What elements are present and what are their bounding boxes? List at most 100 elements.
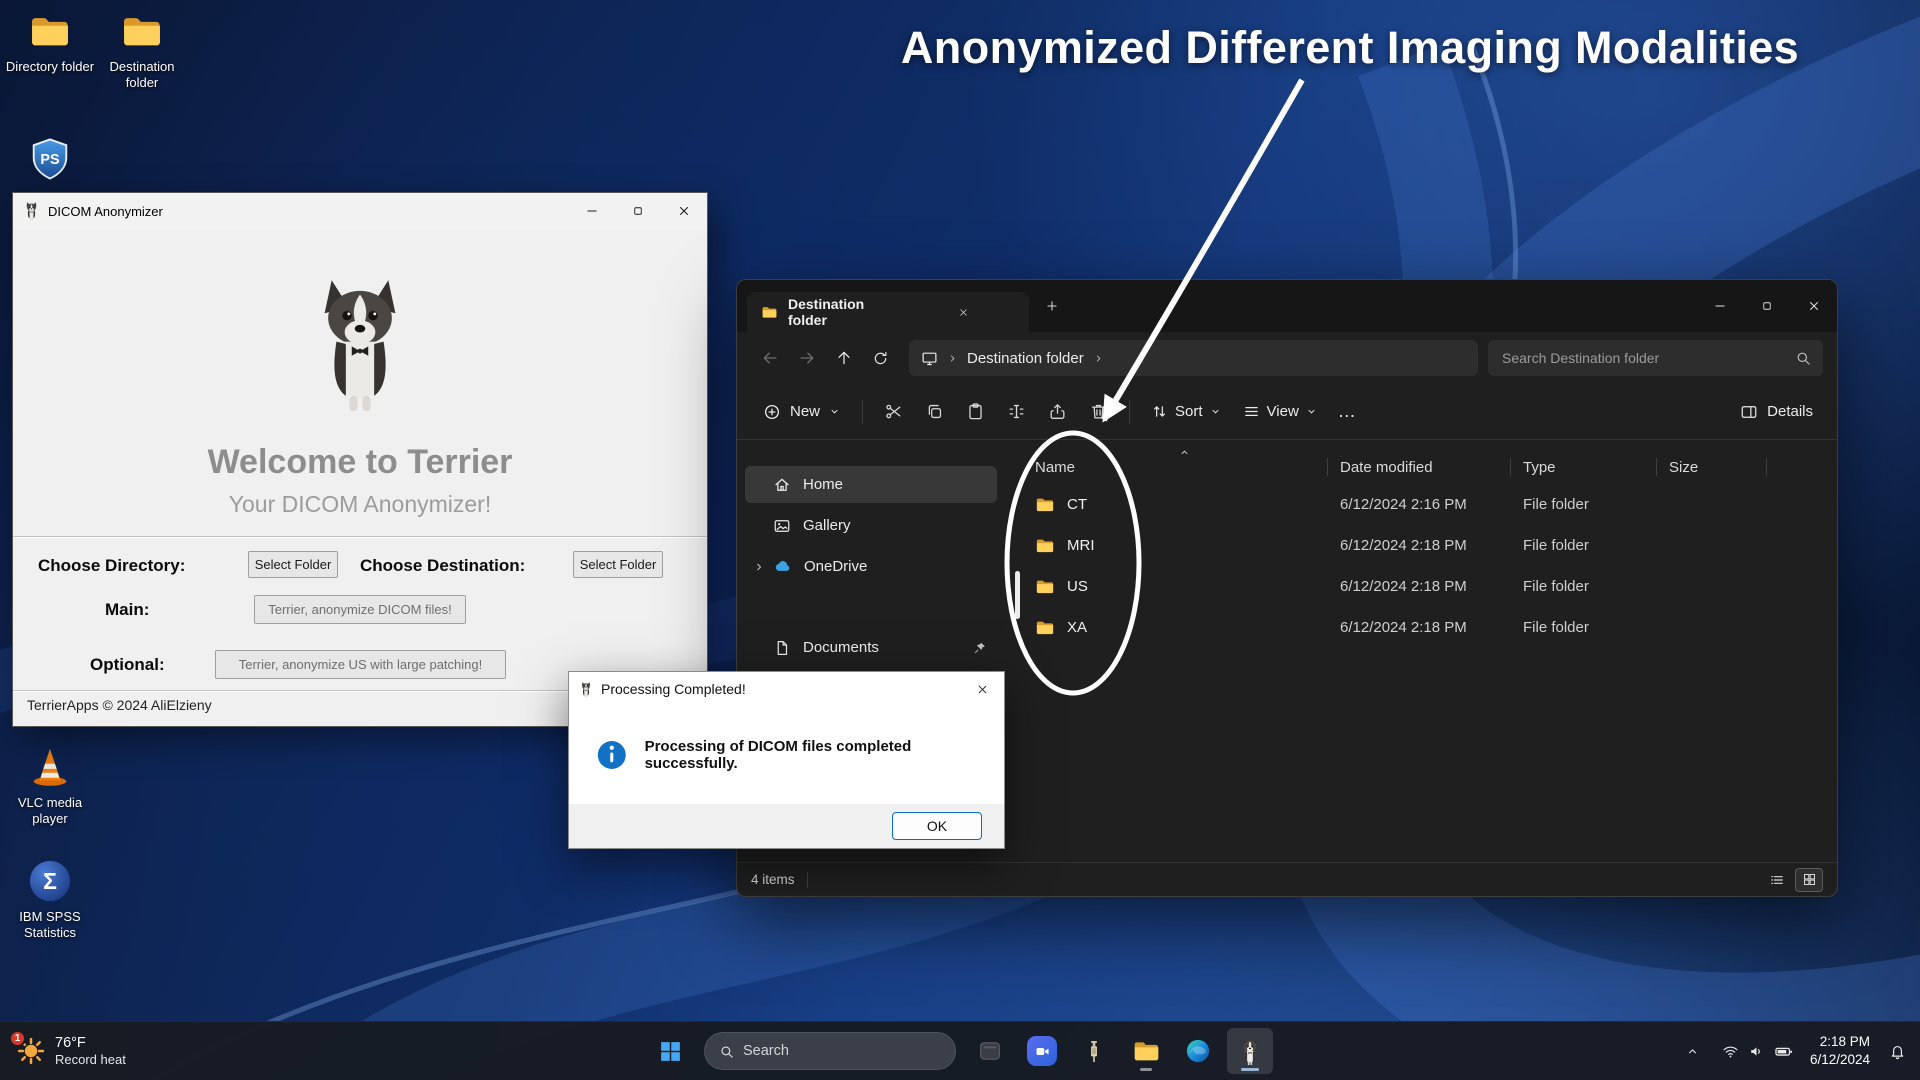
shield-ps-icon xyxy=(27,136,73,182)
folder-icon xyxy=(120,10,164,54)
sidebar-item-label: OneDrive xyxy=(804,558,867,575)
sidebar-scrollbar[interactable] xyxy=(1015,571,1020,619)
sidebar-item-gallery[interactable]: Gallery xyxy=(745,507,997,544)
choose-destination-label: Choose Destination: xyxy=(360,556,525,576)
share-button[interactable] xyxy=(1037,394,1078,430)
dialog-title: Processing Completed! xyxy=(601,681,746,697)
app-icon-dark-window[interactable] xyxy=(967,1028,1013,1074)
anonymize-dicom-button[interactable]: Terrier, anonymize DICOM files! xyxy=(254,595,466,624)
select-directory-button[interactable]: Select Folder xyxy=(248,551,338,578)
clock-time: 2:18 PM xyxy=(1820,1033,1870,1051)
new-button[interactable]: New xyxy=(751,394,852,430)
more-options-button[interactable]: … xyxy=(1328,394,1366,430)
dicom-titlebar[interactable]: DICOM Anonymizer xyxy=(13,193,707,229)
app-icon-file-explorer[interactable] xyxy=(1123,1028,1169,1074)
taskbar-clock[interactable]: 2:18 PM 6/12/2024 xyxy=(1810,1033,1870,1068)
app-icon-dicom-anonymizer[interactable] xyxy=(1227,1028,1273,1074)
app-icon-edge[interactable] xyxy=(1175,1028,1221,1074)
details-pane-button[interactable]: Details xyxy=(1730,394,1823,430)
desktop-icon-label: Destination folder xyxy=(96,59,188,92)
paste-button[interactable] xyxy=(955,394,996,430)
sidebar-item-documents[interactable]: Documents xyxy=(745,629,997,666)
start-button[interactable] xyxy=(647,1028,693,1074)
file-row-mri[interactable]: MRI 6/12/2024 2:18 PM File folder xyxy=(1029,525,1837,566)
file-row-xa[interactable]: XA 6/12/2024 2:18 PM File folder xyxy=(1029,607,1837,648)
explorer-search-input[interactable] xyxy=(1502,350,1787,366)
view-button[interactable]: View xyxy=(1232,394,1328,430)
notification-bell[interactable] xyxy=(1883,1037,1912,1066)
close-button[interactable] xyxy=(661,193,707,229)
chevron-right-icon xyxy=(947,353,958,364)
desktop-icon-ps-shield[interactable] xyxy=(4,136,96,187)
maximize-button[interactable] xyxy=(615,193,661,229)
desktop-icon-spss[interactable]: IBM SPSS Statistics xyxy=(4,858,96,942)
tab-close-button[interactable] xyxy=(909,301,1020,323)
new-tab-button[interactable] xyxy=(1035,289,1069,323)
refresh-button[interactable] xyxy=(862,341,899,375)
chevron-up-icon xyxy=(1686,1045,1699,1058)
cut-button[interactable] xyxy=(873,394,914,430)
maximize-button[interactable] xyxy=(1743,280,1790,332)
chevron-down-icon xyxy=(1210,406,1221,417)
windows-logo-icon xyxy=(658,1039,683,1064)
divider xyxy=(13,536,707,537)
explorer-tab[interactable]: Destination folder xyxy=(747,292,1029,332)
maximize-icon xyxy=(632,205,644,217)
wifi-icon xyxy=(1722,1043,1739,1060)
desktop-icon-vlc[interactable]: VLC media player xyxy=(4,744,96,828)
close-icon xyxy=(958,307,969,318)
maximize-icon xyxy=(1761,300,1773,312)
dialog-titlebar[interactable]: Processing Completed! xyxy=(569,672,1004,706)
sort-button[interactable]: Sort xyxy=(1140,394,1232,430)
rename-button[interactable] xyxy=(996,394,1037,430)
up-button[interactable] xyxy=(825,341,862,375)
taskbar-search-input[interactable] xyxy=(743,1043,941,1059)
taskbar-center xyxy=(647,1028,1273,1074)
copy-button[interactable] xyxy=(914,394,955,430)
column-header-name[interactable]: Name xyxy=(1029,459,1334,476)
dicom-anonymizer-window: DICOM Anonymizer Welcome to Terrier Your… xyxy=(12,192,708,727)
column-header-type[interactable]: Type xyxy=(1517,459,1663,476)
close-button[interactable] xyxy=(1790,280,1837,332)
explorer-address-bar: Destination folder xyxy=(737,332,1837,384)
thumbnail-view-toggle[interactable] xyxy=(1795,868,1823,892)
toolbar-divider xyxy=(1129,400,1130,424)
sidebar-item-onedrive[interactable]: OneDrive xyxy=(745,548,997,585)
anonymize-us-button[interactable]: Terrier, anonymize US with large patchin… xyxy=(215,650,506,679)
taskbar-search[interactable] xyxy=(704,1032,956,1070)
file-row-ct[interactable]: CT 6/12/2024 2:16 PM File folder xyxy=(1029,484,1837,525)
breadcrumb-segment[interactable]: Destination folder xyxy=(967,350,1084,367)
minimize-button[interactable] xyxy=(1696,280,1743,332)
sidebar-item-label: Home xyxy=(803,476,843,493)
chevron-right-icon[interactable] xyxy=(753,561,765,573)
explorer-search[interactable] xyxy=(1488,340,1823,376)
app-icon-medical-tool[interactable] xyxy=(1071,1028,1117,1074)
desktop-icon-directory-folder[interactable]: Directory folder xyxy=(4,10,96,75)
ok-button[interactable]: OK xyxy=(892,812,982,840)
info-icon xyxy=(595,737,629,773)
list-view-toggle[interactable] xyxy=(1763,868,1791,892)
breadcrumb-bar[interactable]: Destination folder xyxy=(909,340,1478,376)
delete-button[interactable] xyxy=(1078,394,1119,430)
forward-button[interactable] xyxy=(788,341,825,375)
dialog-close-button[interactable] xyxy=(960,672,1004,706)
sidebar-item-home[interactable]: Home xyxy=(745,466,997,503)
folder-icon xyxy=(1035,618,1055,638)
item-count: 4 items xyxy=(751,872,795,887)
app-icon-chat[interactable] xyxy=(1019,1028,1065,1074)
column-headers: Name Date modified Type Size xyxy=(1029,450,1837,484)
desktop-icon-destination-folder[interactable]: Destination folder xyxy=(96,10,188,92)
column-header-size[interactable]: Size xyxy=(1663,459,1773,476)
column-header-date-modified[interactable]: Date modified xyxy=(1334,459,1517,476)
file-row-us[interactable]: US 6/12/2024 2:18 PM File folder xyxy=(1029,566,1837,607)
select-destination-button[interactable]: Select Folder xyxy=(573,551,663,578)
file-name: XA xyxy=(1067,619,1087,636)
weather-widget[interactable]: 1 76°F Record heat xyxy=(6,1027,136,1075)
tray-status-icons[interactable] xyxy=(1718,1036,1797,1067)
tray-chevron-up[interactable] xyxy=(1680,1039,1705,1064)
battery-icon xyxy=(1774,1042,1793,1061)
explorer-toolbar: New Sort View … De xyxy=(737,384,1837,440)
list-view-icon xyxy=(1769,872,1785,888)
minimize-button[interactable] xyxy=(569,193,615,229)
back-button[interactable] xyxy=(751,341,788,375)
